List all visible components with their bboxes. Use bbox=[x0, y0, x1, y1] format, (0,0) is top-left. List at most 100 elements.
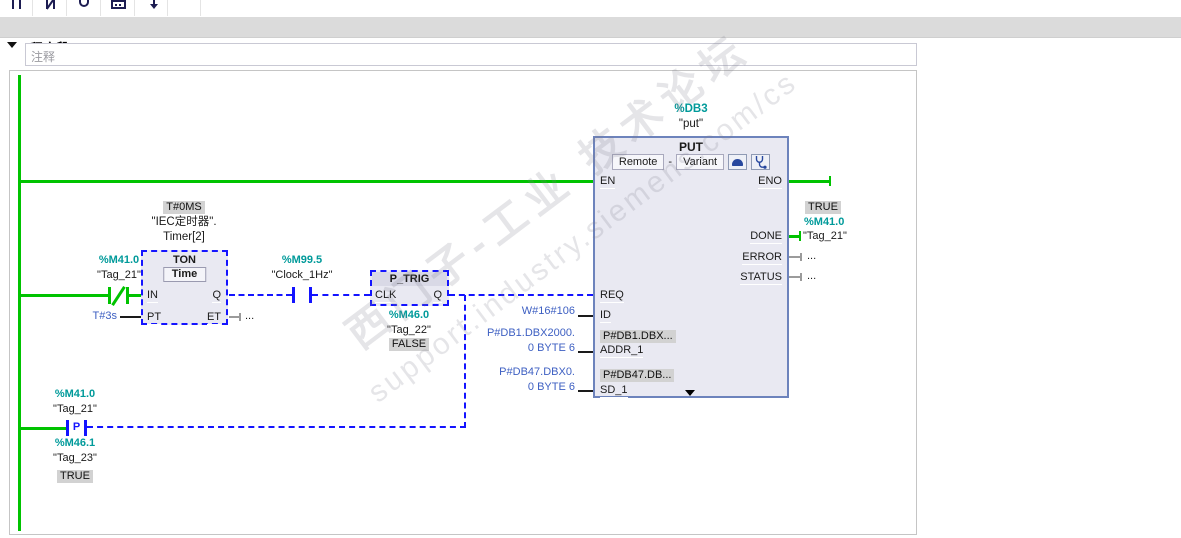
put-pin-error[interactable]: ERROR bbox=[742, 251, 782, 265]
no-contact-button[interactable] bbox=[0, 0, 33, 16]
put-addr1-monitor: P#DB1.DBX... bbox=[600, 330, 676, 343]
network-header[interactable]: 程序段 1 : ..... bbox=[0, 17, 1181, 56]
nc-contact-address[interactable]: %M41.0 bbox=[89, 254, 149, 267]
put-title: PUT bbox=[679, 140, 703, 154]
wire-rung1 bbox=[18, 180, 593, 183]
nc-contact-bar[interactable] bbox=[108, 287, 111, 304]
put-pin-id[interactable]: ID bbox=[600, 309, 611, 323]
ptrig-block[interactable]: P_TRIG CLK Q bbox=[370, 270, 449, 306]
nc-contact-button[interactable] bbox=[34, 0, 67, 16]
put-mode-variant-dropdown[interactable]: Variant bbox=[676, 154, 725, 170]
done-monitor-value: TRUE bbox=[805, 201, 841, 214]
wire-clock-to-ptrig bbox=[312, 294, 370, 296]
put-sd1-monitor: P#DB47.DB... bbox=[600, 369, 675, 382]
wire-id bbox=[578, 315, 593, 317]
error-value[interactable]: ... bbox=[807, 250, 816, 263]
stethoscope-icon bbox=[755, 156, 767, 169]
wire-status-end bbox=[800, 273, 802, 281]
ton-monitor-value: T#0MS bbox=[134, 201, 234, 214]
empty-box-icon bbox=[119, 4, 121, 6]
wire-eno-end bbox=[829, 176, 831, 186]
put-pin-status[interactable]: STATUS bbox=[740, 271, 782, 285]
comment-placeholder: 注释 bbox=[31, 50, 56, 64]
wire-error-end bbox=[800, 253, 802, 261]
ton-pin-q[interactable]: Q bbox=[212, 289, 221, 303]
wire-done-end bbox=[799, 231, 801, 241]
p-contact-address[interactable]: %M41.0 bbox=[45, 388, 105, 401]
nc-contact-tag[interactable]: "Tag_21" bbox=[89, 269, 149, 282]
coil-icon bbox=[79, 0, 89, 7]
ptrig-monitor-value: FALSE bbox=[379, 338, 439, 351]
status-value[interactable]: ... bbox=[807, 270, 816, 283]
collapse-network-icon[interactable] bbox=[7, 42, 17, 48]
wire-sd1 bbox=[578, 390, 593, 392]
wire-rung2-a bbox=[18, 294, 108, 297]
network-comment-field[interactable]: 注释 bbox=[25, 43, 917, 66]
put-mode-row: Remote - Variant bbox=[595, 154, 787, 170]
put-addr1-value-l2[interactable]: 0 BYTE 6 bbox=[440, 342, 575, 355]
clock-contact-tag[interactable]: "Clock_1Hz" bbox=[264, 269, 340, 282]
ptrig-pin-clk[interactable]: CLK bbox=[375, 289, 397, 303]
put-pin-addr1[interactable]: ADDR_1 bbox=[600, 344, 644, 358]
open-block-button[interactable] bbox=[728, 154, 748, 170]
empty-box-icon bbox=[115, 4, 117, 6]
no-contact-icon bbox=[19, 0, 21, 9]
coil-button[interactable] bbox=[68, 0, 101, 16]
p-contact-below-address[interactable]: %M46.1 bbox=[45, 437, 105, 450]
put-id-value[interactable]: W#16#106 bbox=[463, 305, 575, 318]
favorites-toolbar bbox=[0, 0, 1181, 17]
put-sd1-value-l2[interactable]: 0 BYTE 6 bbox=[440, 381, 575, 394]
put-sd1-value-l1[interactable]: P#DB47.DBX0. bbox=[440, 366, 575, 379]
put-pin-req[interactable]: REQ bbox=[600, 289, 624, 303]
p-contact-bar[interactable] bbox=[84, 420, 87, 436]
done-operand-tag[interactable]: "Tag_21" bbox=[803, 230, 847, 243]
put-pin-sd1[interactable]: SD_1 bbox=[600, 384, 628, 398]
ton-instance-line2[interactable]: Timer[2] bbox=[124, 231, 244, 244]
put-pin-en[interactable]: EN bbox=[600, 175, 616, 189]
expand-pins-icon[interactable] bbox=[685, 390, 695, 396]
put-addr1-value-l1[interactable]: P#DB1.DBX2000. bbox=[440, 327, 575, 340]
ptrig-title: P_TRIG bbox=[372, 272, 447, 286]
done-operand-address[interactable]: %M41.0 bbox=[804, 216, 844, 229]
ptrig-pin-q[interactable]: Q bbox=[433, 289, 442, 303]
lad-editor: 程序段 1 : ..... 注释 %M41.0 "Tag_21" T#0MS "… bbox=[0, 0, 1181, 538]
put-db-address[interactable]: %DB3 bbox=[593, 103, 789, 116]
blank-slot bbox=[168, 0, 201, 16]
p-contact-tag[interactable]: "Tag_21" bbox=[45, 403, 105, 416]
put-db-name[interactable]: "put" bbox=[593, 118, 789, 131]
clock-contact-address[interactable]: %M99.5 bbox=[272, 254, 332, 267]
ton-block[interactable]: TON Time IN PT Q ET bbox=[141, 250, 228, 325]
put-mode-remote-dropdown[interactable]: Remote bbox=[611, 154, 665, 170]
wire-q-to-clock bbox=[229, 294, 292, 296]
put-pin-eno[interactable]: ENO bbox=[758, 175, 782, 189]
p-contact-below-tag[interactable]: "Tag_23" bbox=[45, 452, 105, 465]
wire-et-end bbox=[239, 313, 241, 321]
empty-box-button[interactable] bbox=[102, 0, 135, 16]
ton-et-value[interactable]: ... bbox=[245, 310, 254, 323]
open-branch-icon bbox=[150, 4, 158, 9]
wire-addr1 bbox=[578, 351, 593, 353]
p-contact-symbol[interactable]: P bbox=[69, 421, 84, 434]
put-block[interactable]: PUT Remote - Variant EN ENO REQ ID P#DB1… bbox=[593, 136, 789, 398]
p-contact-monitor-value: TRUE bbox=[45, 470, 105, 483]
nc-contact-bar[interactable] bbox=[126, 287, 129, 304]
ton-pin-in[interactable]: IN bbox=[147, 289, 158, 303]
wire-eno-out bbox=[789, 180, 830, 183]
ptrig-operand-address[interactable]: %M46.0 bbox=[379, 309, 439, 322]
wire-ptrig-to-req bbox=[449, 294, 593, 296]
clock-contact-bar[interactable] bbox=[292, 287, 295, 303]
wire-p-branch bbox=[87, 426, 466, 428]
ton-pin-et[interactable]: ET bbox=[206, 311, 221, 325]
put-pin-done[interactable]: DONE bbox=[750, 230, 782, 244]
ptrig-operand-tag[interactable]: "Tag_22" bbox=[379, 324, 439, 337]
ton-pin-pt[interactable]: PT bbox=[147, 311, 162, 325]
put-mode-dash: - bbox=[668, 156, 673, 168]
open-branch-button[interactable] bbox=[135, 0, 168, 16]
wire-pt bbox=[120, 316, 141, 318]
ton-type-dropdown[interactable]: Time bbox=[162, 267, 207, 282]
no-contact-icon bbox=[12, 0, 14, 9]
ton-instance-line1[interactable]: "IEC定时器". bbox=[124, 216, 244, 229]
ton-pt-value[interactable]: T#3s bbox=[67, 310, 117, 323]
diagnostics-button[interactable] bbox=[751, 154, 771, 170]
block-dome-icon bbox=[732, 158, 744, 166]
